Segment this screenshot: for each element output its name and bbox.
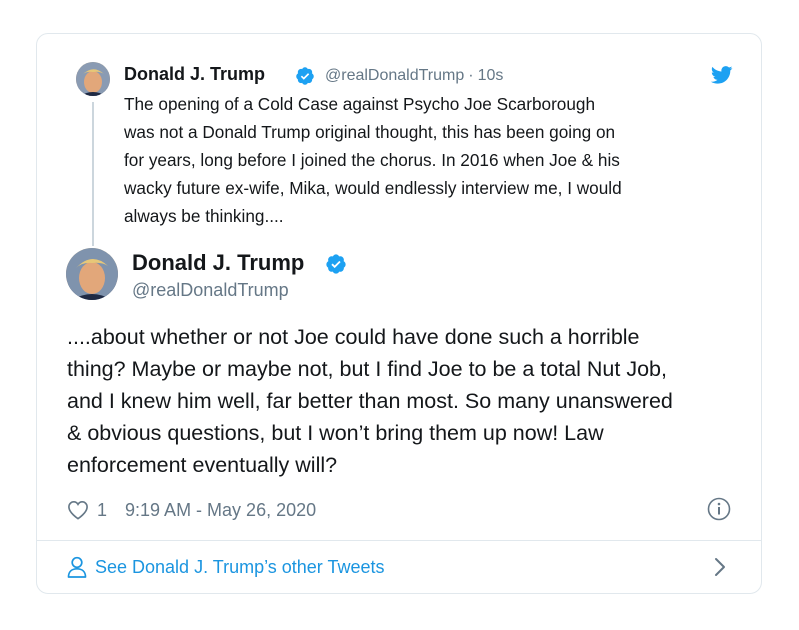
twitter-bird-icon[interactable]	[711, 66, 733, 84]
author-name[interactable]: Donald J. Trump	[132, 250, 304, 276]
quoted-author-handle[interactable]: @realDonaldTrump	[325, 67, 464, 84]
tweet-text: ....about whether or not Joe could have …	[67, 325, 673, 477]
see-other-tweets-link[interactable]: See Donald J. Trump’s other Tweets	[67, 554, 385, 580]
tweet-meta-row: 1 9:19 AM - May 26, 2020	[67, 497, 316, 523]
author-handle[interactable]: @realDonaldTrump	[132, 280, 289, 301]
author-avatar[interactable]	[66, 248, 118, 300]
embedded-tweet-card: Donald J. Trump @realDonaldTrump · 10s The…	[36, 33, 762, 594]
thread-connector-line	[92, 102, 94, 246]
info-icon[interactable]	[707, 497, 731, 521]
verified-badge-icon	[296, 67, 314, 85]
quoted-avatar[interactable]	[76, 62, 110, 96]
separator-dot: ·	[468, 67, 474, 84]
heart-icon[interactable]	[67, 500, 89, 520]
footer-divider	[37, 540, 761, 541]
verified-badge-icon	[326, 254, 346, 274]
person-icon	[67, 556, 87, 578]
quoted-tweet-text: The opening of a Cold Case against Psych…	[124, 94, 622, 226]
quoted-author-name[interactable]: Donald J. Trump	[124, 64, 265, 85]
quoted-handle-and-time[interactable]: @realDonaldTrump · 10s	[325, 67, 503, 85]
like-count[interactable]: 1	[97, 500, 107, 521]
quoted-timestamp[interactable]: 10s	[478, 67, 504, 84]
chevron-right-icon[interactable]	[713, 556, 727, 578]
tweet-timestamp[interactable]: 9:19 AM - May 26, 2020	[125, 500, 316, 521]
see-other-tweets-label[interactable]: See Donald J. Trump’s other Tweets	[95, 557, 385, 578]
